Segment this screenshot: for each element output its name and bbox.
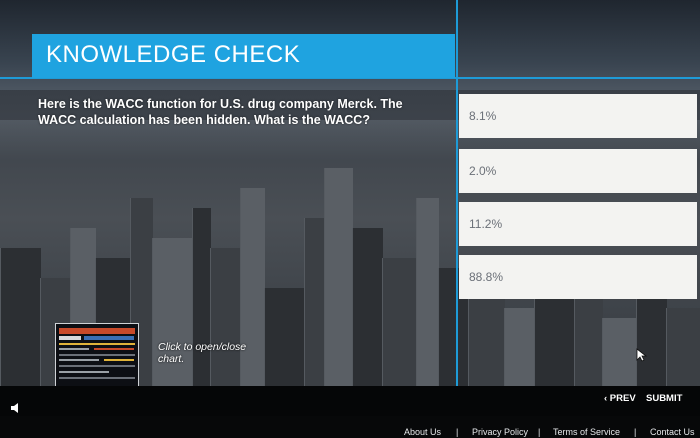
accent-divider-vertical xyxy=(456,0,458,398)
footer-link-terms[interactable]: Terms of Service xyxy=(553,427,620,437)
page-title: KNOWLEDGE CHECK xyxy=(46,41,301,68)
building xyxy=(534,283,575,398)
chart-toggle-label[interactable]: Click to open/close chart. xyxy=(158,341,268,365)
building xyxy=(192,208,211,398)
wacc-chart-thumbnail[interactable] xyxy=(55,323,139,387)
building xyxy=(240,188,265,398)
submit-button[interactable]: SUBMIT xyxy=(646,393,682,404)
building xyxy=(504,308,535,398)
building xyxy=(324,168,353,398)
answer-option-1[interactable]: 8.1% xyxy=(459,94,697,138)
building xyxy=(210,248,241,398)
answer-option-3[interactable]: 11.2% xyxy=(459,202,697,246)
question-text: Here is the WACC function for U.S. drug … xyxy=(38,97,403,127)
player-control-bar xyxy=(0,386,700,416)
building xyxy=(382,258,417,398)
building xyxy=(468,288,505,398)
answer-option-2[interactable]: 2.0% xyxy=(459,149,697,193)
footer-link-contact[interactable]: Contact Us xyxy=(650,427,695,437)
building xyxy=(636,293,667,398)
footer-link-privacy[interactable]: Privacy Policy xyxy=(472,427,528,437)
footer-separator: | xyxy=(634,427,637,437)
building xyxy=(352,228,383,398)
building xyxy=(264,288,305,398)
building xyxy=(416,198,439,398)
building xyxy=(152,238,193,398)
building xyxy=(0,248,41,398)
footer-link-about[interactable]: About Us xyxy=(404,427,441,437)
mouse-cursor-icon xyxy=(636,348,648,367)
building xyxy=(304,218,325,398)
prev-button[interactable]: ‹ PREV xyxy=(604,393,636,404)
building xyxy=(666,308,700,398)
footer-separator: | xyxy=(456,427,459,437)
footer-separator: | xyxy=(538,427,541,437)
chart-thumbnail-graphic xyxy=(59,328,135,379)
building xyxy=(574,298,603,398)
answer-option-4[interactable]: 88.8% xyxy=(459,255,697,299)
